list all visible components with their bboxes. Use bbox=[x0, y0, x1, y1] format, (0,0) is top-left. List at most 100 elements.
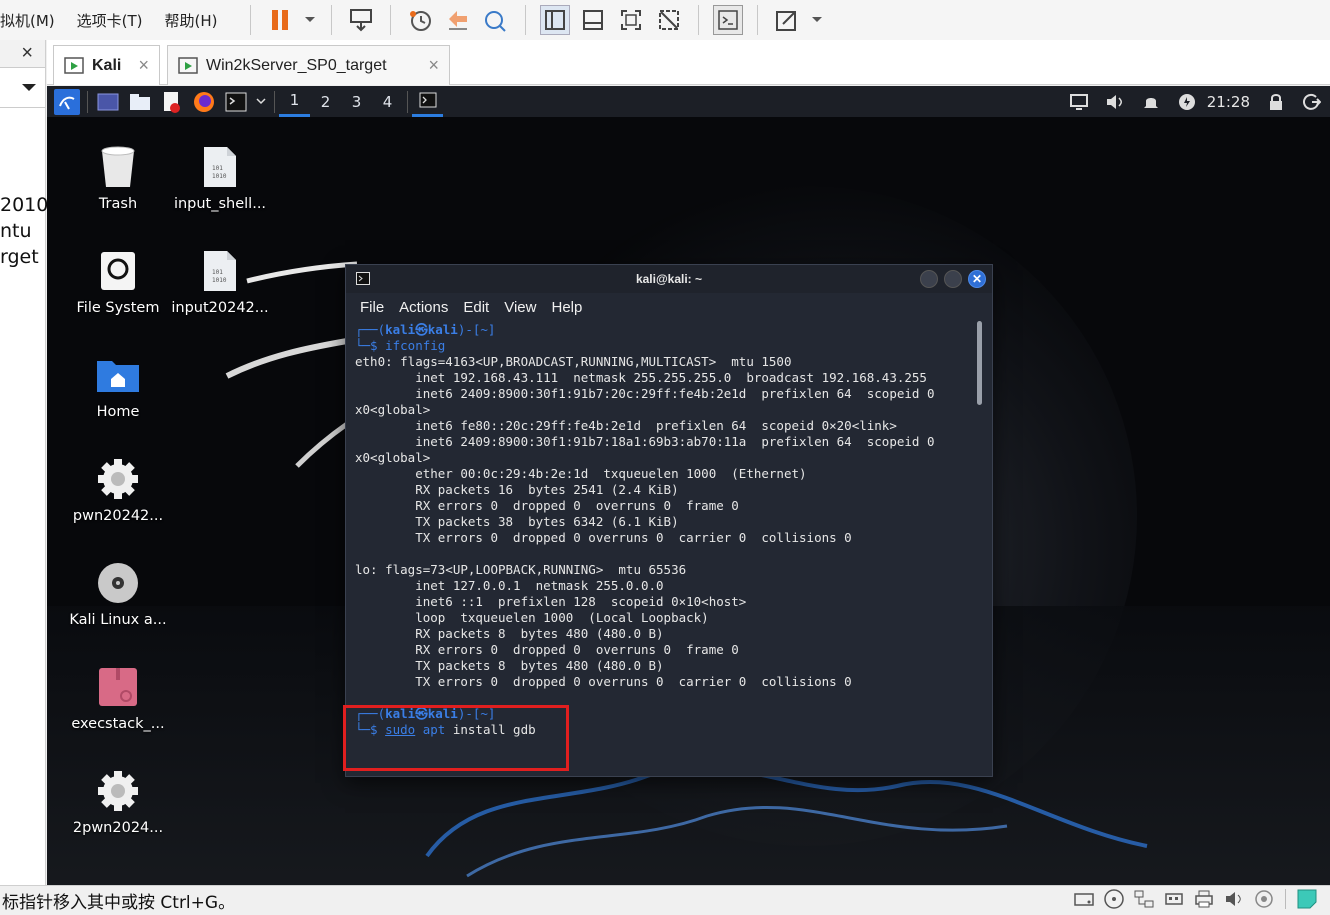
workspace-1[interactable]: 1 bbox=[279, 86, 310, 117]
chevron-down-icon[interactable] bbox=[21, 83, 37, 93]
output-line: ether 00:0c:29:4b:2e:1d txqueuelen 1000 … bbox=[415, 466, 807, 481]
clock[interactable]: 21:28 bbox=[1207, 93, 1250, 111]
menu-vm[interactable]: 拟机(M) bbox=[0, 10, 55, 31]
terminal-scrollbar[interactable] bbox=[977, 321, 982, 405]
send-ctrl-alt-del-icon[interactable] bbox=[346, 5, 376, 35]
printer-icon[interactable] bbox=[1193, 888, 1215, 910]
workspace-4[interactable]: 4 bbox=[372, 86, 403, 117]
terminal-window[interactable]: kali@kali: ~ ✕ File Actions Edit View He… bbox=[345, 264, 993, 777]
desktop-icon-home[interactable]: Home bbox=[63, 352, 173, 420]
library-search-dropdown[interactable] bbox=[0, 68, 45, 108]
menu-view[interactable]: View bbox=[504, 299, 536, 316]
menu-tabs[interactable]: 选项卡(T) bbox=[77, 10, 143, 31]
firefox-icon[interactable] bbox=[191, 89, 217, 115]
desktop-icon-execstack[interactable]: execstack_... bbox=[63, 664, 173, 732]
desktop-icon-pwn2024[interactable]: pwn20242... bbox=[63, 456, 173, 524]
status-hint: 标指针移入其中或按 Ctrl+G。 bbox=[2, 893, 236, 913]
desktop-icon-input-shell[interactable]: 101 1010 input_shell... bbox=[165, 144, 275, 212]
toolbar-separator bbox=[756, 5, 758, 35]
notification-bell-icon[interactable] bbox=[1140, 91, 1162, 113]
library-item-text[interactable]: rget bbox=[0, 246, 39, 268]
file-manager-icon[interactable] bbox=[127, 89, 153, 115]
debian-package-icon bbox=[96, 664, 140, 710]
library-item-text[interactable]: ntu bbox=[0, 220, 32, 242]
revert-snapshot-icon[interactable] bbox=[443, 5, 473, 35]
menu-file[interactable]: File bbox=[360, 299, 384, 316]
output-line: TX packets 38 bytes 6342 (6.1 KiB) bbox=[415, 514, 679, 529]
usb-icon[interactable] bbox=[1163, 888, 1185, 910]
output-line: TX packets 8 bytes 480 (480.0 B) bbox=[415, 658, 664, 673]
executable-gear-icon bbox=[96, 456, 140, 502]
tab-label: Win2kServer_SP0_target bbox=[206, 56, 387, 74]
text-editor-icon[interactable] bbox=[159, 89, 185, 115]
menu-actions[interactable]: Actions bbox=[399, 299, 448, 316]
tab-win2kserver[interactable]: Win2kServer_SP0_target × bbox=[167, 45, 450, 85]
terminal-title: kali@kali: ~ bbox=[635, 272, 703, 286]
output-line: x0<global> bbox=[355, 450, 431, 465]
workspace-2[interactable]: 2 bbox=[310, 86, 341, 117]
vm-display[interactable]: 1 2 3 4 21:28 Trash 101 1010 input_shell.… bbox=[47, 86, 1330, 885]
taskbar-terminal-window[interactable] bbox=[412, 86, 443, 117]
ifconfig-output: eth0: flags=4163<UP,BROADCAST,RUNNING,MU… bbox=[355, 354, 934, 689]
tab-kali[interactable]: Kali × bbox=[53, 45, 160, 85]
fullscreen-icon[interactable] bbox=[616, 5, 646, 35]
message-log-icon[interactable] bbox=[1296, 888, 1318, 910]
menu-help[interactable]: 帮助(H) bbox=[165, 10, 218, 31]
panel-separator bbox=[274, 90, 275, 113]
menu-edit[interactable]: Edit bbox=[463, 299, 489, 316]
close-icon[interactable]: × bbox=[21, 42, 33, 65]
chevron-down-icon[interactable] bbox=[303, 5, 317, 35]
close-button[interactable]: ✕ bbox=[968, 270, 986, 288]
cd-rom-icon[interactable] bbox=[1103, 888, 1125, 910]
terminal-titlebar[interactable]: kali@kali: ~ ✕ bbox=[346, 265, 992, 293]
icon-label: Home bbox=[96, 404, 140, 420]
icon-label: Kali Linux a... bbox=[69, 612, 167, 628]
desktop-icon-input2024[interactable]: 101 1010 input20242... bbox=[165, 248, 275, 316]
unity-mode-icon[interactable] bbox=[654, 5, 684, 35]
pause-icon[interactable] bbox=[265, 5, 295, 35]
output-line: RX errors 0 dropped 0 overruns 0 frame 0 bbox=[415, 642, 739, 657]
output-line: loop txqueuelen 1000 (Local Loopback) bbox=[415, 610, 709, 625]
menu-help[interactable]: Help bbox=[551, 299, 582, 316]
desktop-icon-kali-linux[interactable]: Kali Linux a... bbox=[63, 560, 173, 628]
workspace-3[interactable]: 3 bbox=[341, 86, 372, 117]
console-view-icon[interactable] bbox=[712, 5, 743, 35]
network-adapter-icon[interactable] bbox=[1133, 888, 1155, 910]
chevron-down-icon[interactable] bbox=[810, 5, 824, 35]
stretch-guest-icon[interactable] bbox=[772, 5, 802, 35]
desktop-icon-file-system[interactable]: File System bbox=[63, 248, 173, 316]
close-icon[interactable]: × bbox=[428, 55, 439, 76]
output-line: RX packets 16 bytes 2541 (2.4 KiB) bbox=[415, 482, 679, 497]
close-icon[interactable]: × bbox=[138, 55, 149, 76]
library-item-text[interactable]: 2010 bbox=[0, 194, 48, 216]
minimize-button[interactable] bbox=[920, 270, 938, 288]
output-line: TX errors 0 dropped 0 overruns 0 carrier… bbox=[415, 530, 852, 545]
snapshot-manager-icon[interactable] bbox=[481, 5, 511, 35]
snapshot-icon[interactable] bbox=[405, 5, 435, 35]
optical-disc-icon bbox=[96, 560, 140, 606]
toolbar-separator bbox=[524, 5, 526, 35]
sidebar-view-icon[interactable] bbox=[539, 5, 570, 35]
desktop-icon-2pwn2024[interactable]: 2pwn2024... bbox=[63, 768, 173, 836]
kali-menu-icon[interactable] bbox=[54, 88, 80, 115]
terminal-launcher-icon[interactable] bbox=[223, 89, 249, 115]
output-line: eth0: flags=4163<UP,BROADCAST,RUNNING,MU… bbox=[355, 354, 792, 369]
display-icon[interactable] bbox=[1068, 91, 1090, 113]
thumbnail-view-icon[interactable] bbox=[578, 5, 608, 35]
power-manager-icon[interactable] bbox=[1176, 91, 1198, 113]
volume-icon[interactable] bbox=[1104, 91, 1126, 113]
chevron-down-icon[interactable] bbox=[255, 89, 267, 115]
output-line: inet6 ::1 prefixlen 128 scopeid 0×10<hos… bbox=[415, 594, 747, 609]
drive-icon bbox=[96, 248, 140, 294]
terminal-output[interactable]: ┌──(kali㉿kali)-[~] └─$ ifconfig eth0: fl… bbox=[355, 322, 974, 738]
hard-disk-icon[interactable] bbox=[1073, 888, 1095, 910]
sound-card-icon[interactable] bbox=[1223, 888, 1245, 910]
display-settings-icon[interactable] bbox=[1253, 888, 1275, 910]
desktop-icon-trash[interactable]: Trash bbox=[63, 144, 173, 212]
icon-label: File System bbox=[76, 300, 160, 316]
trash-icon bbox=[96, 144, 140, 190]
logout-icon[interactable] bbox=[1301, 91, 1323, 113]
lock-screen-icon[interactable] bbox=[1265, 91, 1287, 113]
show-desktop-icon[interactable] bbox=[95, 89, 121, 115]
maximize-button[interactable] bbox=[944, 270, 962, 288]
